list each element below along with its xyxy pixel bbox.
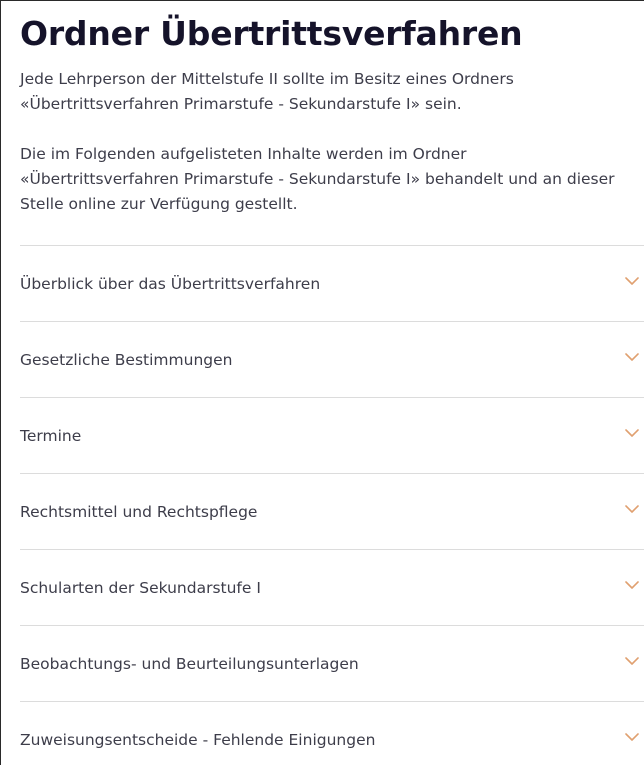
page-title: Ordner Übertrittsverfahren [20, 14, 523, 53]
accordion-item-label: Schularten der Sekundarstufe I [20, 579, 261, 597]
chevron-down-icon [625, 580, 639, 590]
accordion-item-label: Termine [20, 427, 82, 445]
main-content: Ordner Übertrittsverfahren Jede Lehrpers… [20, 14, 644, 217]
accordion-item-schularten[interactable]: Schularten der Sekundarstufe I [20, 549, 644, 625]
chevron-down-icon [625, 732, 639, 742]
accordion-item-label: Überblick über das Übertrittsverfahren [20, 275, 321, 293]
intro-paragraph: Jede Lehrperson der Mittelstufe II sollt… [20, 70, 514, 113]
chevron-down-icon [625, 276, 639, 286]
accordion-item-termine[interactable]: Termine [20, 397, 644, 473]
accordion-item-zuweisungsentscheide[interactable]: Zuweisungsentscheide - Fehlende Einigung… [20, 701, 644, 777]
chevron-down-icon [625, 428, 639, 438]
chevron-down-icon [625, 656, 639, 666]
accordion-item-label: Gesetzliche Bestimmungen [20, 351, 233, 369]
chevron-down-icon [625, 352, 639, 362]
accordion-item-gesetzliche-bestimmungen[interactable]: Gesetzliche Bestimmungen [20, 321, 644, 397]
accordion-item-label: Beobachtungs- und Beurteilungsunterlagen [20, 655, 359, 673]
accordion-item-beobachtungsunterlagen[interactable]: Beobachtungs- und Beurteilungsunterlagen [20, 625, 644, 701]
accordion-item-rechtsmittel[interactable]: Rechtsmittel und Rechtspflege [20, 473, 644, 549]
accordion-item-label: Rechtsmittel und Rechtspflege [20, 503, 258, 521]
intro-text: Jede Lehrperson der Mittelstufe II sollt… [20, 67, 620, 217]
chevron-down-icon [625, 504, 639, 514]
intro-paragraph: Die im Folgenden aufgelisteten Inhalte w… [20, 145, 615, 213]
accordion-item-label: Zuweisungsentscheide - Fehlende Einigung… [20, 731, 376, 749]
accordion: Überblick über das Übertrittsverfahren G… [20, 245, 644, 777]
accordion-item-ueberblick[interactable]: Überblick über das Übertrittsverfahren [20, 245, 644, 321]
